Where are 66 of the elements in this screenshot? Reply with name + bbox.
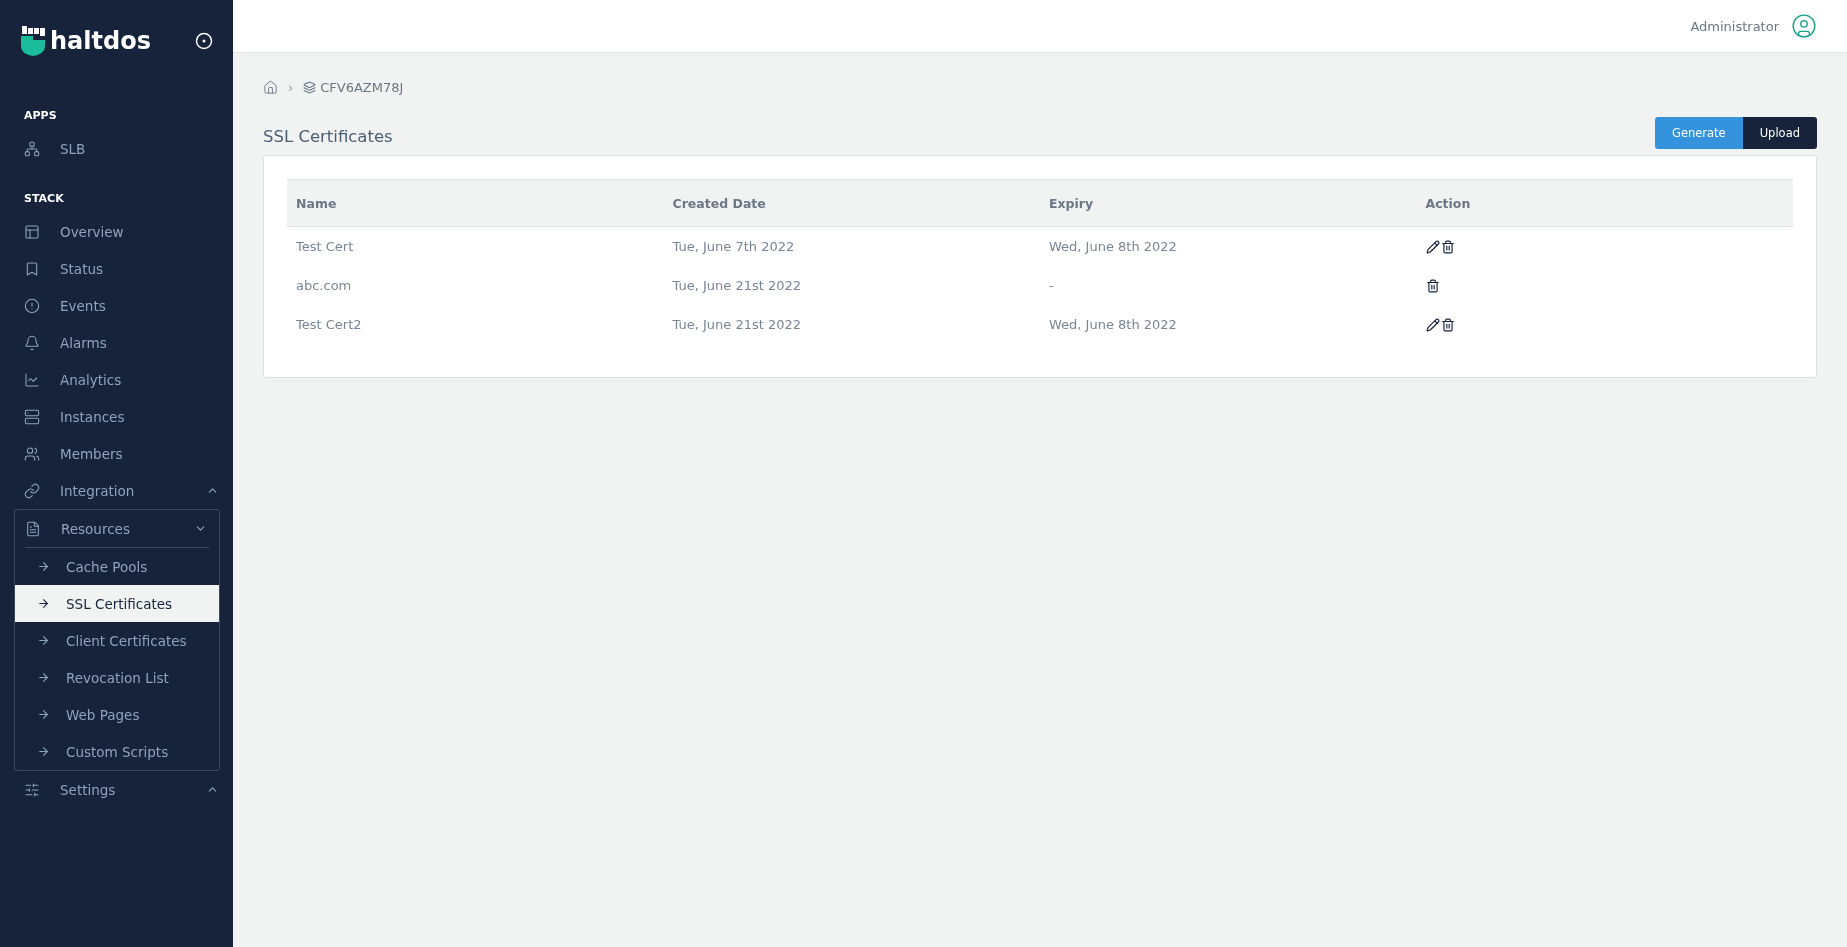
menu-icon [25, 520, 41, 537]
section-title: APPS [23, 108, 58, 122]
table-cell: Test Cert [287, 226, 664, 266]
brand-name: haltdos [50, 27, 151, 55]
trash-icon[interactable] [1425, 278, 1440, 293]
sidebar-item[interactable]: Alarms [0, 324, 233, 361]
sidebar-item[interactable]: SLB [0, 130, 233, 167]
arrow-icon [37, 597, 50, 610]
table-cell-text: Test Cert2 [295, 316, 363, 334]
toolbar-button[interactable]: Generate [1655, 117, 1743, 149]
submenu-item[interactable]: Custom Scripts [15, 733, 219, 770]
submenu-item[interactable]: Web Pages [15, 696, 219, 733]
layers-icon [303, 80, 317, 94]
arrow-icon [37, 671, 50, 684]
home-icon[interactable] [263, 79, 278, 95]
table-cell-text: Wed, June 8th 2022 [1048, 316, 1178, 334]
submenu-item[interactable]: Revocation List [15, 659, 219, 696]
submenu-item[interactable]: SSL Certificates [15, 585, 219, 622]
edit-icon[interactable] [1425, 239, 1440, 254]
menu-icon [24, 408, 40, 425]
section-title: STACK [23, 191, 65, 205]
sidebar-item[interactable]: Instances [0, 398, 233, 435]
sidebar-item[interactable]: Members [0, 435, 233, 472]
table-cell-text: - [1048, 277, 1055, 295]
table-cell-text: abc.com [295, 277, 353, 295]
breadcrumb-separator: › [288, 79, 294, 95]
sidebar-item[interactable]: Status [0, 250, 233, 287]
table-cell-text: Tue, June 21st 2022 [671, 277, 803, 295]
arrow-icon [37, 708, 50, 721]
menu-icon [24, 371, 40, 388]
sidebar-group[interactable]: Settings [0, 771, 233, 808]
column-header: Action [1416, 179, 1793, 227]
sidebar-item[interactable]: Analytics [0, 361, 233, 398]
user-avatar-icon[interactable] [1791, 13, 1817, 39]
table-cell-text: Tue, June 21st 2022 [671, 316, 803, 334]
trash-icon[interactable] [1440, 317, 1455, 332]
submenu-item[interactable]: Client Certificates [15, 622, 219, 659]
breadcrumb-item[interactable]: CFV6AZM78J [320, 79, 404, 95]
menu-icon [24, 482, 40, 499]
table-cell: Tue, June 7th 2022 [663, 226, 1040, 266]
arrow-icon [37, 560, 50, 573]
sidebar-item[interactable]: Events [0, 287, 233, 324]
submenu-item[interactable]: Cache Pools [15, 548, 219, 585]
table-cell: Wed, June 8th 2022 [1040, 226, 1417, 266]
sidebar-group[interactable]: Integration [0, 472, 233, 509]
arrow-icon [37, 634, 50, 647]
target-icon[interactable] [195, 32, 213, 50]
column-header: Name [287, 179, 664, 227]
trash-icon[interactable] [1440, 239, 1455, 254]
sidebar-item[interactable]: Overview [0, 213, 233, 250]
menu-icon [24, 223, 40, 240]
column-header: Expiry [1040, 179, 1417, 227]
user-name[interactable]: Administrator [1690, 18, 1779, 34]
arrow-icon [37, 745, 50, 758]
menu-icon [24, 334, 40, 351]
menu-icon [24, 297, 40, 314]
edit-icon[interactable] [1425, 317, 1440, 332]
menu-icon [24, 781, 40, 798]
menu-icon [24, 445, 40, 462]
menu-icon [24, 140, 40, 157]
toolbar-button[interactable]: Upload [1742, 117, 1817, 149]
page-title: SSL Certificates [263, 127, 393, 146]
fist-shield-logo-icon [20, 26, 46, 56]
menu-icon [24, 260, 40, 277]
column-header: Created Date [663, 179, 1040, 227]
sidebar-group[interactable]: Resources [15, 510, 219, 547]
